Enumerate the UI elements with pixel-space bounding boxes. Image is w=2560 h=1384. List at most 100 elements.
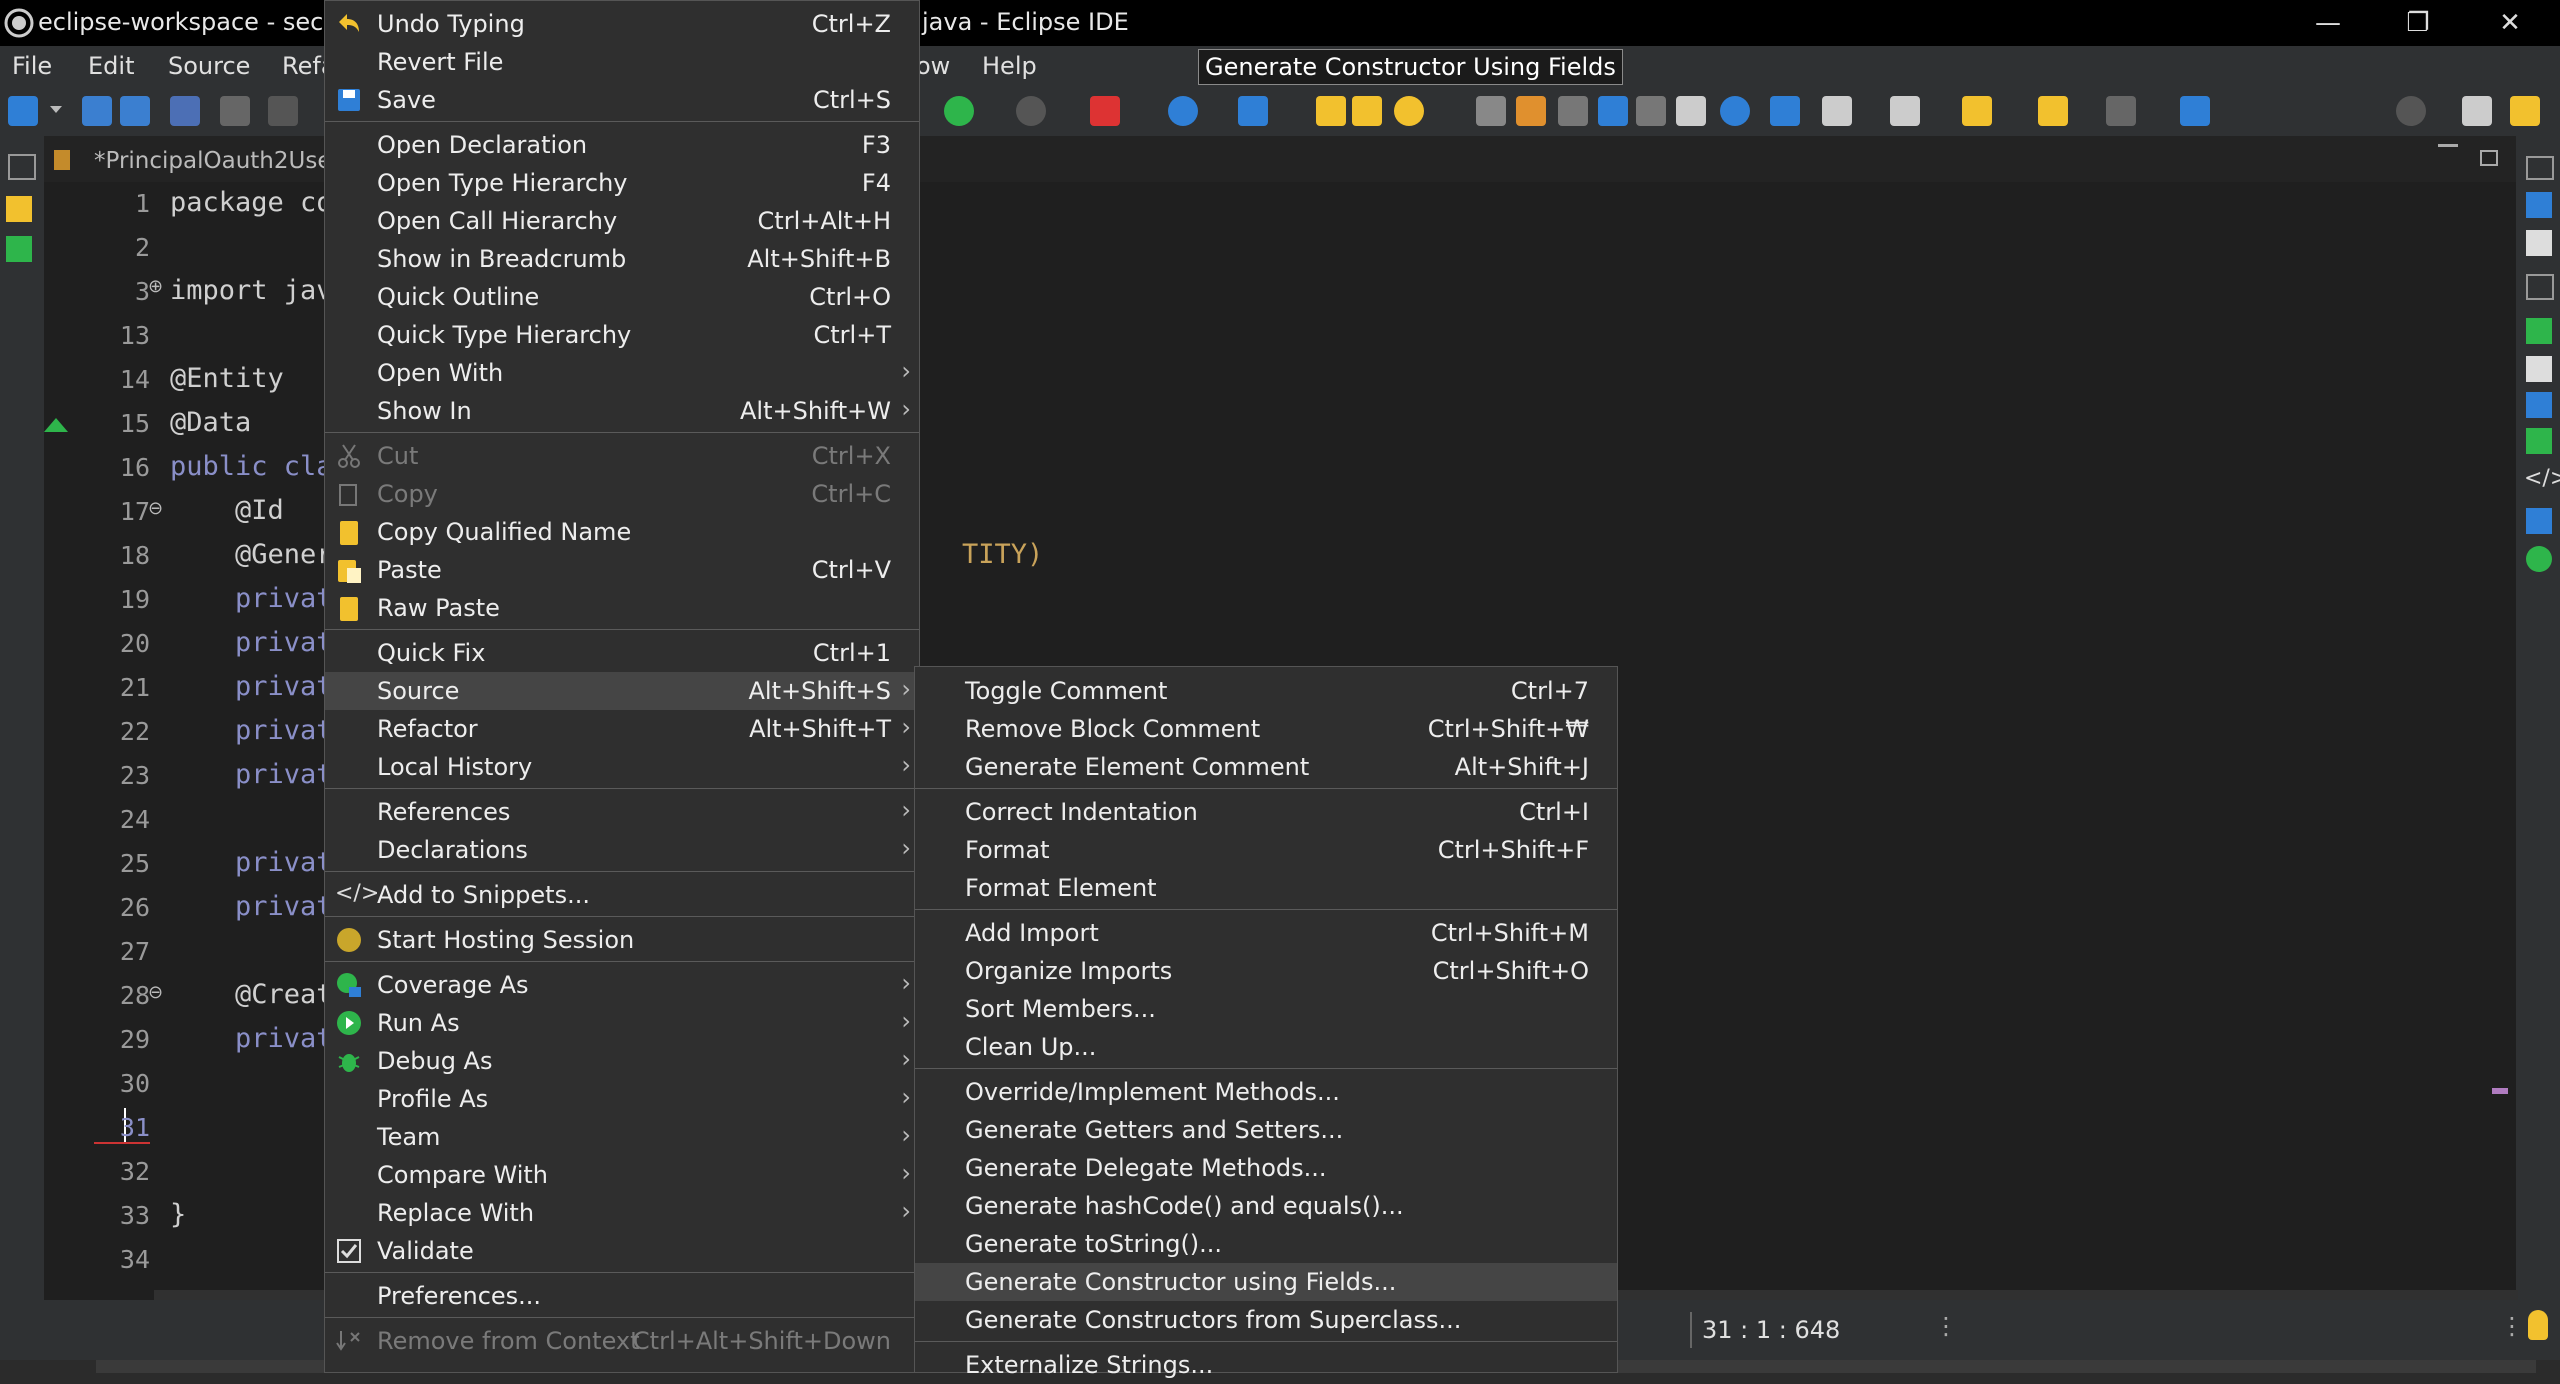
highlight-icon[interactable]	[1516, 96, 1546, 126]
minimize-icon[interactable]: —	[2298, 6, 2358, 40]
menu-open-call-hierarchy[interactable]: Open Call Hierarchy Ctrl+Alt+H	[325, 202, 919, 240]
hierarchy-icon[interactable]	[2526, 192, 2552, 218]
menu-open-with[interactable]: Open With ›	[325, 354, 919, 392]
word-wrap-icon[interactable]	[1598, 96, 1628, 126]
snippets-icon[interactable]: </>	[2524, 466, 2560, 492]
menu-help[interactable]: Help	[982, 52, 1037, 80]
servers-icon[interactable]	[2526, 392, 2552, 418]
restore-view-icon[interactable]	[2526, 274, 2554, 300]
menu-revert-file[interactable]: Revert File	[325, 43, 919, 81]
menu-show-in-breadcrumb[interactable]: Show in Breadcrumb Alt+Shift+B	[325, 240, 919, 278]
menu-source[interactable]: Source	[168, 52, 250, 80]
menu-remove-block-comment[interactable]: Remove Block Comment Ctrl+Shift+₩	[915, 710, 1617, 748]
maximize-icon[interactable]	[2480, 150, 2498, 166]
data-source-icon[interactable]	[2526, 428, 2552, 454]
toggle-mark-icon[interactable]	[1476, 96, 1506, 126]
web-icon[interactable]	[1720, 96, 1750, 126]
more-vertical-icon[interactable]: ⋮	[2500, 1312, 2524, 1340]
menu-generate-hashcode-equals[interactable]: Generate hashCode() and equals()...	[915, 1187, 1617, 1225]
menu-generate-delegate-methods[interactable]: Generate Delegate Methods...	[915, 1149, 1617, 1187]
menu-refactor[interactable]: Refactor Alt+Shift+T ›	[325, 710, 919, 748]
search-icon[interactable]	[1394, 96, 1424, 126]
pin-editor-icon[interactable]	[2180, 96, 2210, 126]
menu-references[interactable]: References ›	[325, 793, 919, 831]
power-icon[interactable]	[2526, 546, 2552, 572]
menu-clean-up[interactable]: Clean Up...	[915, 1028, 1617, 1066]
fold-expand-icon[interactable]: ⊕	[148, 276, 163, 297]
save-all-icon[interactable]	[120, 96, 150, 126]
menu-coverage-as[interactable]: Coverage As ›	[325, 966, 919, 1004]
new-icon[interactable]	[8, 96, 38, 126]
pilcrow-icon[interactable]	[1676, 96, 1706, 126]
menu-edit[interactable]: Edit	[88, 52, 134, 80]
menu-quick-fix[interactable]: Quick Fix Ctrl+1	[325, 634, 919, 672]
menu-run-as[interactable]: Run As ›	[325, 1004, 919, 1042]
menu-compare-with[interactable]: Compare With ›	[325, 1156, 919, 1194]
menu-paste[interactable]: Paste Ctrl+V	[325, 551, 919, 589]
menu-start-hosting-session[interactable]: Start Hosting Session	[325, 921, 919, 959]
menu-open-declaration[interactable]: Open Declaration F3	[325, 126, 919, 164]
menu-generate-constructor-fields[interactable]: Generate Constructor using Fields...	[915, 1263, 1617, 1301]
menu-debug-as[interactable]: Debug As ›	[325, 1042, 919, 1080]
fold-collapse-icon[interactable]: ⊖	[148, 498, 163, 519]
minimize-icon[interactable]	[2438, 144, 2458, 147]
resume-icon[interactable]	[268, 96, 298, 126]
back-icon[interactable]	[2038, 96, 2068, 126]
menu-format-element[interactable]: Format Element	[915, 869, 1617, 907]
console-icon[interactable]	[2526, 508, 2552, 534]
menu-local-history[interactable]: Local History ›	[325, 748, 919, 786]
table-icon[interactable]	[2526, 356, 2552, 382]
lightbulb-icon[interactable]	[2528, 1310, 2548, 1340]
forward-icon[interactable]	[2106, 96, 2136, 126]
menu-remove-from-context[interactable]: Remove from Context Ctrl+Alt+Shift+Down	[325, 1322, 919, 1360]
new-class-icon[interactable]	[1238, 96, 1268, 126]
more-vertical-icon[interactable]: ⋮	[1934, 1312, 1958, 1340]
save-icon[interactable]	[82, 96, 112, 126]
annotation-icon[interactable]	[1822, 96, 1852, 126]
search-icon[interactable]	[2396, 96, 2426, 126]
open-perspective-icon[interactable]	[2462, 96, 2492, 126]
menu-open-type-hierarchy[interactable]: Open Type Hierarchy F4	[325, 164, 919, 202]
open-folder-icon[interactable]	[1352, 96, 1382, 126]
fold-collapse-icon[interactable]: ⊖	[148, 982, 163, 1003]
menu-format[interactable]: Format Ctrl+Shift+F	[915, 831, 1617, 869]
outline-icon[interactable]	[6, 236, 32, 262]
skip-breakpoints-icon[interactable]	[220, 96, 250, 126]
menu-undo-typing[interactable]: Undo Typing Ctrl+Z	[325, 5, 919, 43]
last-edit-icon[interactable]	[1962, 96, 1992, 126]
monitor-icon[interactable]	[170, 96, 200, 126]
deploy-icon[interactable]	[1770, 96, 1800, 126]
menu-cut[interactable]: Cut Ctrl+X	[325, 437, 919, 475]
menu-quick-outline[interactable]: Quick Outline Ctrl+O	[325, 278, 919, 316]
menu-add-import[interactable]: Add Import Ctrl+Shift+M	[915, 914, 1617, 952]
tasks-icon[interactable]	[2526, 230, 2552, 256]
menu-source[interactable]: Source Alt+Shift+S ›	[325, 672, 919, 710]
menu-sort-members[interactable]: Sort Members...	[915, 990, 1617, 1028]
prev-annotation-icon[interactable]	[1890, 96, 1920, 126]
menu-generate-element-comment[interactable]: Generate Element Comment Alt+Shift+J	[915, 748, 1617, 786]
menu-add-to-snippets[interactable]: </> Add to Snippets...	[325, 876, 919, 914]
whitespace-icon[interactable]	[1636, 96, 1666, 126]
globe-icon[interactable]	[1168, 96, 1198, 126]
menu-window[interactable]: ow	[916, 52, 950, 80]
menu-correct-indentation[interactable]: Correct Indentation Ctrl+I	[915, 793, 1617, 831]
menu-raw-paste[interactable]: Raw Paste	[325, 589, 919, 627]
chevron-down-icon[interactable]	[50, 106, 62, 113]
block-select-icon[interactable]	[1558, 96, 1588, 126]
editor-tab[interactable]: *PrincipalOauth2User	[94, 148, 341, 174]
menu-copy-qualified-name[interactable]: Copy Qualified Name	[325, 513, 919, 551]
restore-view-icon[interactable]	[8, 154, 36, 180]
menu-organize-imports[interactable]: Organize Imports Ctrl+Shift+O	[915, 952, 1617, 990]
menu-show-in[interactable]: Show In Alt+Shift+W ›	[325, 392, 919, 430]
menu-team[interactable]: Team ›	[325, 1118, 919, 1156]
menu-generate-getters-setters[interactable]: Generate Getters and Setters...	[915, 1111, 1617, 1149]
restore-icon[interactable]: ❐	[2388, 6, 2448, 40]
menu-declarations[interactable]: Declarations ›	[325, 831, 919, 869]
menu-profile-as[interactable]: Profile As ›	[325, 1080, 919, 1118]
menu-externalize-strings[interactable]: Externalize Strings...	[915, 1346, 1617, 1384]
problems-icon[interactable]	[2526, 318, 2552, 344]
run-icon[interactable]	[944, 96, 974, 126]
menu-generate-constructors-superclass[interactable]: Generate Constructors from Superclass...	[915, 1301, 1617, 1339]
menu-toggle-comment[interactable]: Toggle Comment Ctrl+7	[915, 672, 1617, 710]
menu-replace-with[interactable]: Replace With ›	[325, 1194, 919, 1232]
